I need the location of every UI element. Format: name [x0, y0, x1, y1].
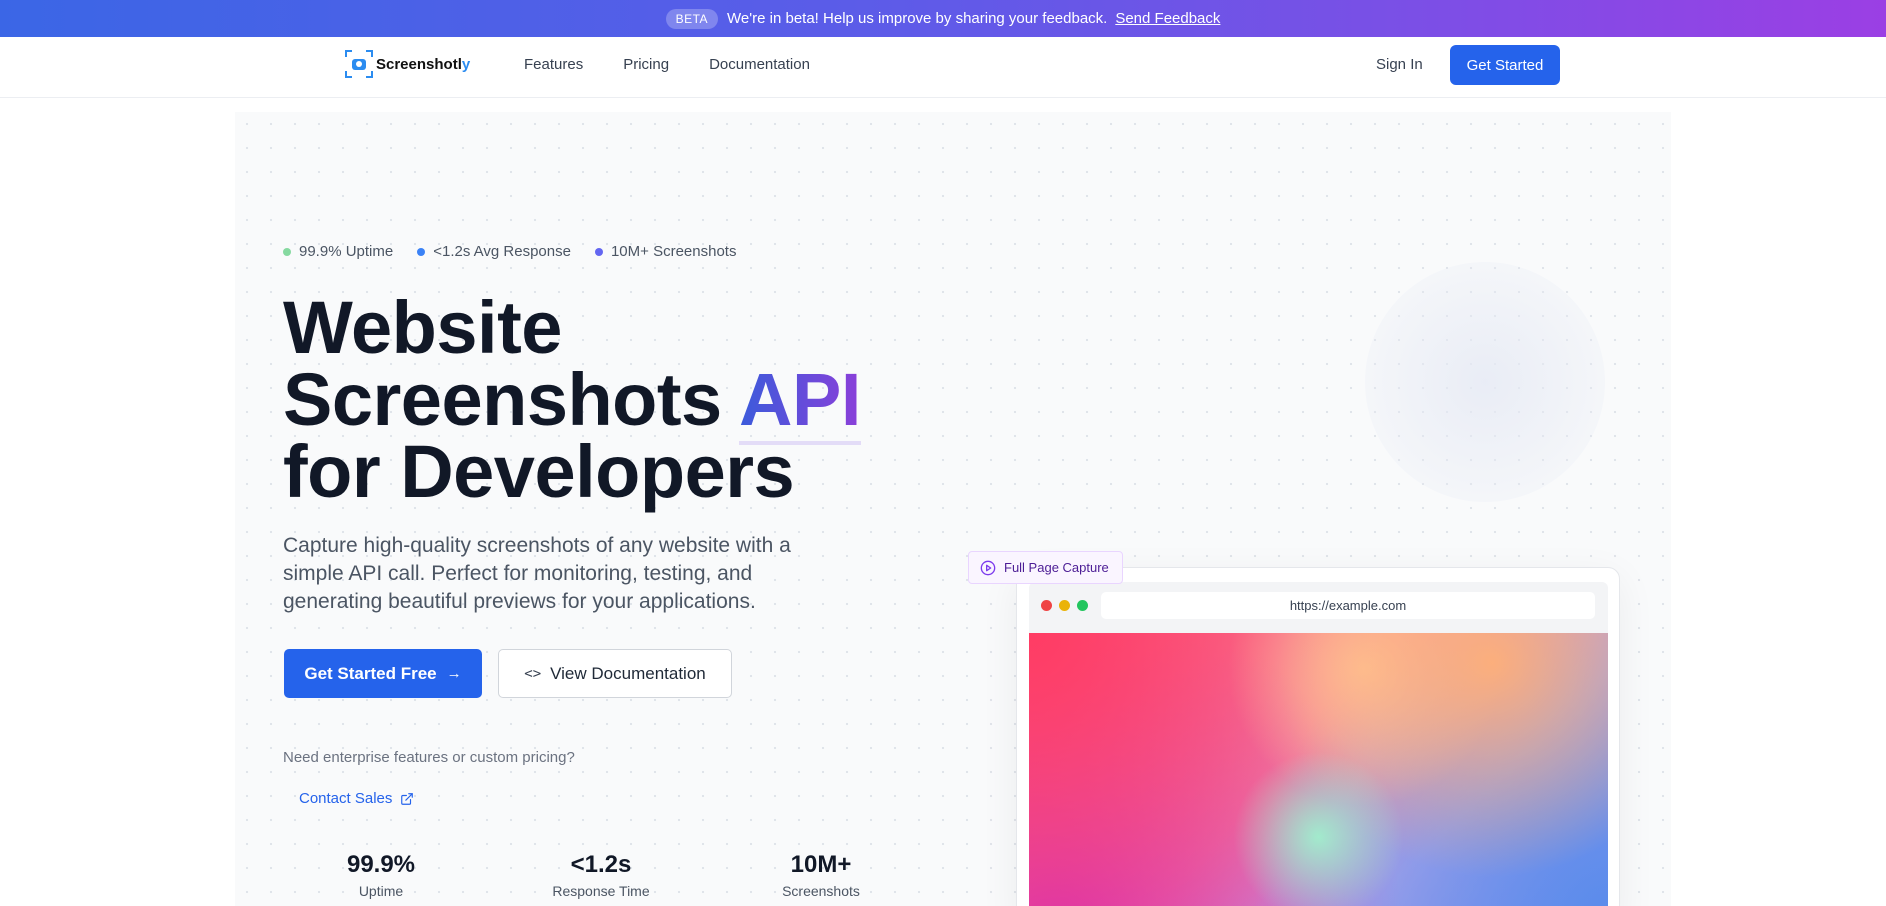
- browser-window: https://example.com: [1029, 582, 1608, 906]
- play-circle-icon: [980, 560, 996, 575]
- beta-badge: BETA: [665, 8, 719, 29]
- status-dot-icon: [283, 247, 291, 256]
- get-started-button[interactable]: Get Started: [1450, 45, 1560, 85]
- hero-subtitle: Capture high-quality screenshots of any …: [283, 534, 791, 613]
- browser-preview: https://example.com: [1016, 567, 1620, 906]
- beta-message: We're in beta! Help us improve by sharin…: [727, 10, 1108, 27]
- nav-link-features[interactable]: Features: [524, 56, 583, 73]
- minimize-dot-icon: [1059, 600, 1070, 611]
- enterprise-text: Need enterprise features or custom prici…: [283, 749, 575, 766]
- nav-links: Features Pricing Documentation: [524, 56, 850, 73]
- metric-screenshots: 10M+ Screenshots: [782, 851, 860, 900]
- code-icon: <>: [524, 665, 542, 682]
- view-documentation-button[interactable]: <> View Documentation: [498, 649, 732, 698]
- status-dot-icon: [594, 247, 603, 256]
- stat-screenshots: 10M+ Screenshots: [594, 243, 736, 260]
- close-dot-icon: [1041, 600, 1052, 611]
- status-dot-icon: [417, 247, 426, 256]
- screenshot-preview-image: [1029, 633, 1608, 906]
- nav-link-documentation[interactable]: Documentation: [709, 56, 810, 73]
- stat-response: <1.2s Avg Response: [417, 243, 571, 260]
- metric-response-time: <1.2s Response Time: [552, 851, 650, 900]
- camera-icon: [345, 50, 373, 78]
- hero-headline: Website Screenshots API for Developers: [283, 286, 861, 513]
- hero-glow: [1365, 262, 1605, 502]
- top-navbar: Screenshotly Features Pricing Documentat…: [0, 37, 1886, 98]
- window-controls: [1041, 600, 1095, 611]
- nav-link-pricing[interactable]: Pricing: [623, 56, 669, 73]
- get-started-free-button[interactable]: Get Started Free →: [284, 649, 482, 698]
- send-feedback-link[interactable]: Send Feedback: [1115, 10, 1220, 27]
- arrow-right-icon: →: [446, 665, 462, 682]
- full-page-capture-badge: Full Page Capture: [968, 551, 1123, 584]
- url-bar: https://example.com: [1101, 592, 1595, 619]
- contact-sales-link[interactable]: Contact Sales: [299, 790, 414, 807]
- sign-in-link[interactable]: Sign In: [1376, 56, 1423, 73]
- metric-uptime: 99.9% Uptime: [346, 851, 416, 900]
- external-link-icon: [401, 792, 414, 805]
- maximize-dot-icon: [1077, 600, 1088, 611]
- logo[interactable]: Screenshotly: [345, 50, 470, 78]
- hero-stats: 99.9% Uptime <1.2s Avg Response 10M+ Scr…: [283, 243, 760, 260]
- beta-banner: BETA We're in beta! Help us improve by s…: [0, 0, 1886, 37]
- logo-text: Screenshotly: [376, 55, 471, 73]
- stat-uptime: 99.9% Uptime: [283, 243, 393, 260]
